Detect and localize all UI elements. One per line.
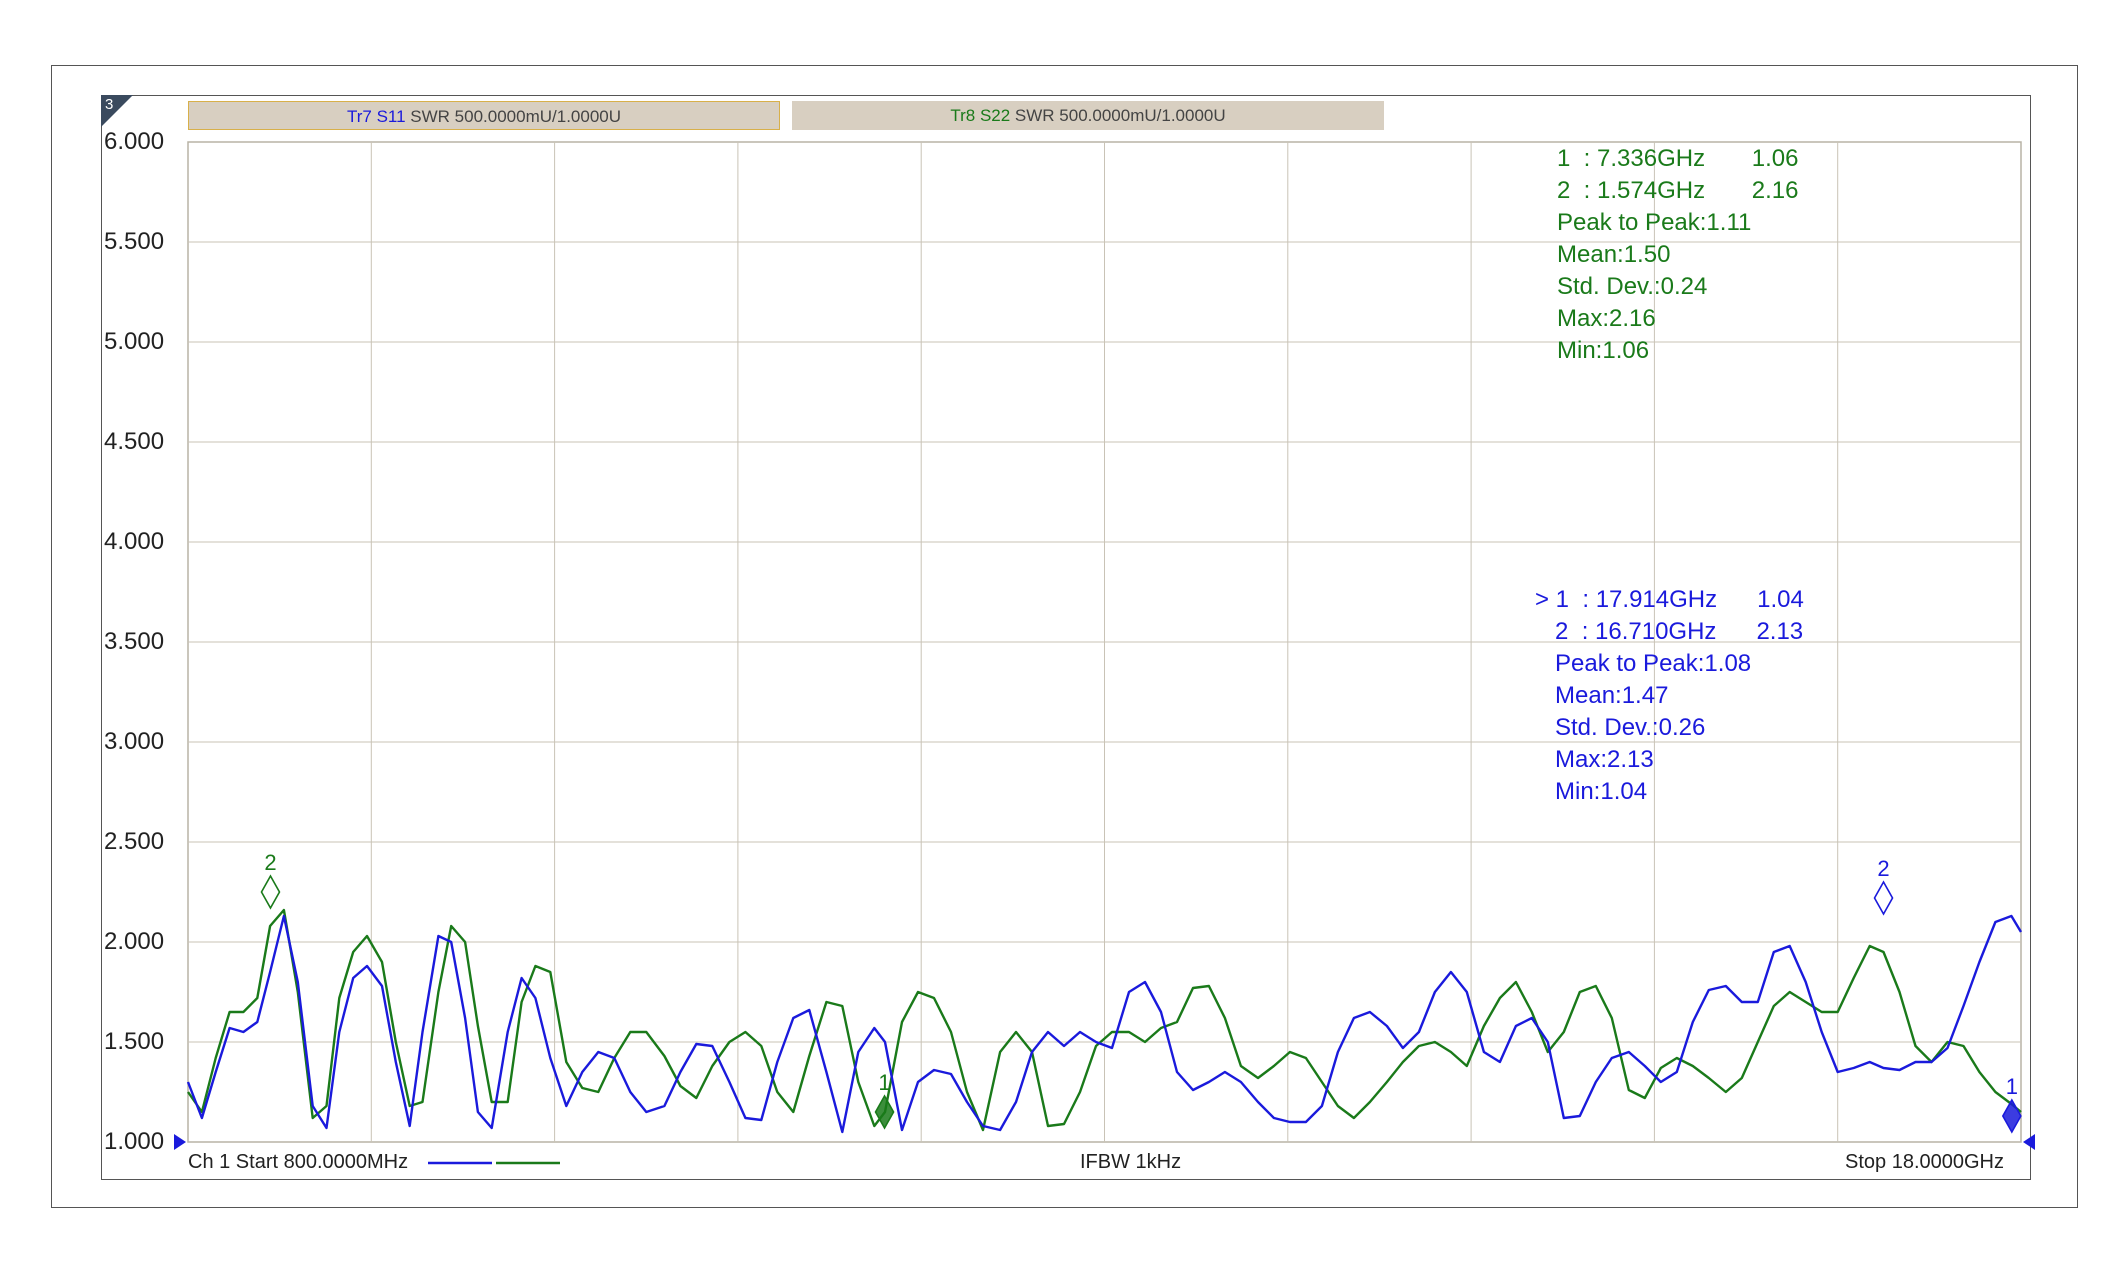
marker-stat-line: Peak to Peak:1.08 bbox=[1535, 650, 1752, 677]
stop-frequency-label[interactable]: Stop 18.0000GHz bbox=[1845, 1151, 2004, 1174]
marker-stat-line: 1 : 7.336GHz 1.06 bbox=[1557, 145, 1799, 172]
stop-arrow-icon bbox=[2023, 1134, 2035, 1150]
marker-stat-line: > 1 : 17.914GHz 1.04 bbox=[1535, 586, 1804, 613]
marker-tr7-1-label: 1 bbox=[2006, 1074, 2018, 1099]
marker-stat-line: Max:2.16 bbox=[1557, 305, 1656, 332]
marker-stat-line: Max:2.13 bbox=[1535, 746, 1654, 773]
marker-stat-line: 2 : 16.710GHz 2.13 bbox=[1535, 618, 1804, 645]
start-arrow-icon bbox=[174, 1134, 186, 1150]
marker-stat-line: Min:1.06 bbox=[1557, 337, 1650, 364]
start-frequency-label[interactable]: Ch 1 Start 800.0000MHz bbox=[188, 1151, 408, 1174]
marker-tr8-2-label: 2 bbox=[264, 850, 276, 875]
ifbw-label[interactable]: IFBW 1kHz bbox=[1080, 1151, 1181, 1174]
marker-stat-line: Std. Dev.:0.24 bbox=[1557, 273, 1708, 300]
marker-stat-line: Min:1.04 bbox=[1535, 778, 1648, 805]
marker-stat-line: 2 : 1.574GHz 2.16 bbox=[1557, 177, 1799, 204]
marker-tr8-2 bbox=[260, 874, 281, 910]
marker-tr7-1 bbox=[2001, 1098, 2022, 1134]
marker-stat-line: Std. Dev.:0.26 bbox=[1535, 714, 1706, 741]
marker-stat-line: Mean:1.50 bbox=[1557, 241, 1671, 268]
marker-tr7-2 bbox=[1873, 880, 1894, 916]
marker-tr7-2-label: 2 bbox=[1877, 856, 1889, 881]
marker-tr8-1 bbox=[874, 1094, 895, 1130]
marker-stat-line: Peak to Peak:1.11 bbox=[1557, 209, 1752, 236]
marker-stat-line: Mean:1.47 bbox=[1535, 682, 1669, 709]
marker-tr8-1-label: 1 bbox=[878, 1070, 890, 1095]
